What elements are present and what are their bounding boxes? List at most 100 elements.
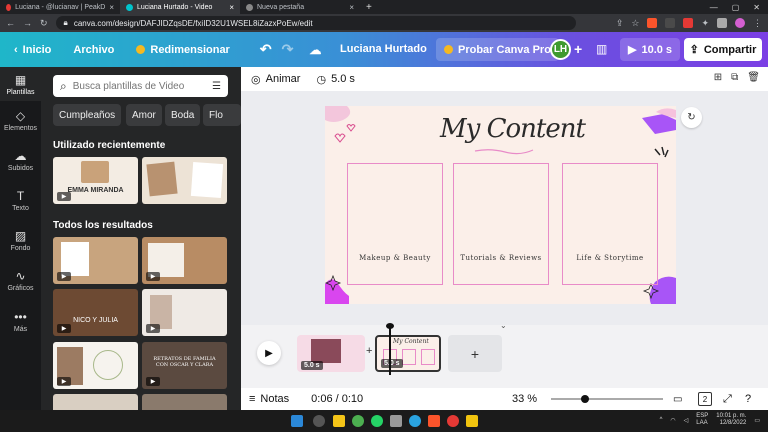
frame-life[interactable]: [562, 163, 658, 285]
search-input[interactable]: [72, 80, 207, 92]
file-button[interactable]: Archivo: [67, 40, 120, 60]
frame-label[interactable]: Makeup & Beauty: [347, 254, 443, 262]
fullscreen-icon[interactable]: ⤢: [723, 393, 732, 406]
home-button[interactable]: ‹ Inicio: [8, 40, 57, 60]
frame-label[interactable]: Tutorials & Reviews: [453, 254, 549, 262]
extension-icon[interactable]: [683, 18, 694, 28]
zoom-slider[interactable]: [551, 398, 663, 400]
language-indicator[interactable]: ESP LAA: [696, 413, 708, 427]
notes-button[interactable]: Notas: [260, 393, 289, 405]
tab-new[interactable]: Nueva pestaña ×: [240, 0, 360, 14]
brave-icon[interactable]: [428, 415, 440, 427]
canvas-title[interactable]: My Content: [440, 114, 586, 144]
add-transition-icon[interactable]: +: [366, 345, 372, 357]
chip-wedding[interactable]: Boda: [165, 104, 201, 126]
notes-icon[interactable]: ≡: [249, 393, 255, 405]
url-field[interactable]: 🔒︎ canva.com/design/DAFJIDZqsDE/fxiID32U…: [55, 16, 576, 30]
taskbar-app-icon[interactable]: [333, 415, 345, 427]
filter-icon[interactable]: ☰: [212, 81, 221, 92]
tab-canva[interactable]: Luciana Hurtado - Video ×: [120, 0, 240, 14]
whatsapp-icon[interactable]: [371, 415, 383, 427]
recent-template-2[interactable]: [142, 157, 227, 204]
result-template-1[interactable]: ▶: [53, 237, 138, 284]
new-tab-icon[interactable]: +: [360, 2, 378, 13]
redo-icon[interactable]: ↷: [282, 41, 294, 58]
volume-icon[interactable]: ◁: [684, 417, 689, 424]
rail-item-more[interactable]: ••• Más: [0, 310, 41, 333]
timing-button[interactable]: ◷ 5.0 s: [316, 73, 354, 86]
playhead-handle[interactable]: [386, 323, 394, 329]
analytics-icon[interactable]: ▥: [596, 42, 607, 56]
profile-icon[interactable]: [735, 18, 745, 28]
star-icon[interactable]: ☆: [631, 18, 639, 29]
page-view-icon[interactable]: ▭: [673, 394, 682, 405]
add-page-button[interactable]: +: [448, 335, 502, 372]
share-page-icon[interactable]: ⇪: [616, 18, 624, 29]
taskbar-search-icon[interactable]: [313, 415, 325, 427]
close-tab-icon[interactable]: ×: [229, 3, 234, 12]
notification-icon[interactable]: ▭: [754, 417, 760, 424]
close-tab-icon[interactable]: ×: [109, 3, 114, 12]
share-button[interactable]: ⇪ Compartir: [684, 38, 762, 61]
brave-icon[interactable]: [647, 18, 658, 28]
add-collaborator-icon[interactable]: +: [574, 41, 582, 57]
result-template-3[interactable]: NICO Y JULIA ▶: [53, 289, 138, 336]
animate-button[interactable]: ◎ Animar: [251, 73, 300, 86]
windows-start-icon[interactable]: [291, 415, 303, 427]
taskbar-app-icon[interactable]: [390, 415, 402, 427]
back-icon[interactable]: ←: [6, 18, 15, 28]
close-tab-icon[interactable]: ×: [349, 3, 354, 12]
result-template-4[interactable]: ▶: [142, 289, 227, 336]
chip-love[interactable]: Amor: [126, 104, 162, 126]
try-pro-button[interactable]: Probar Canva Pro: [436, 38, 559, 61]
result-template-5[interactable]: ▶: [53, 342, 138, 389]
chip-flowers[interactable]: Flo: [203, 104, 241, 126]
puzzle-icon[interactable]: ✦: [701, 18, 709, 29]
help-icon[interactable]: ?: [745, 393, 751, 405]
playhead[interactable]: [389, 325, 391, 375]
result-template-8[interactable]: [142, 394, 227, 410]
duplicate-page-icon[interactable]: ⧉: [731, 72, 738, 83]
telegram-icon[interactable]: [409, 415, 421, 427]
forward-icon[interactable]: →: [23, 18, 32, 28]
tab-peakd[interactable]: Luciana - @lucianav | PeakD ×: [0, 0, 120, 14]
recent-template-1[interactable]: EMMA MIRANDA ▶: [53, 157, 138, 204]
result-template-7[interactable]: [53, 394, 138, 410]
frame-label[interactable]: Life & Storytime: [562, 254, 658, 262]
minimize-icon[interactable]: —: [710, 3, 718, 12]
play-button[interactable]: ▶: [257, 341, 281, 365]
notes-app-icon[interactable]: [466, 415, 478, 427]
close-window-icon[interactable]: ✕: [753, 3, 760, 12]
extension-icon[interactable]: [665, 18, 676, 28]
tray-chevron-icon[interactable]: ^: [660, 417, 663, 423]
present-button[interactable]: ▶ 10.0 s: [620, 38, 681, 61]
design-canvas[interactable]: My Content Makeup & Beauty Tutorials & R…: [325, 106, 676, 304]
menu-icon[interactable]: ⋮: [753, 18, 762, 29]
maximize-icon[interactable]: ▢: [732, 3, 740, 12]
refresh-icon[interactable]: ↻: [681, 107, 702, 128]
reload-icon[interactable]: ↻: [40, 18, 48, 29]
frame-tutorials[interactable]: [453, 163, 549, 285]
template-search[interactable]: ⌕ ☰: [53, 75, 228, 97]
avatar[interactable]: LH: [550, 39, 571, 60]
cloud-save-icon[interactable]: ☁: [309, 43, 321, 57]
timeline-clip-1[interactable]: 5.0 s: [297, 335, 365, 372]
result-template-6[interactable]: RETRATOS DE FAMILIA CON OSCAR Y CLARA ▶: [142, 342, 227, 389]
resize-button[interactable]: Redimensionar: [130, 40, 235, 60]
rail-item-text[interactable]: T Texto: [0, 189, 41, 212]
sidepanel-icon[interactable]: [717, 18, 727, 28]
rail-item-uploads[interactable]: ☁ Subidos: [0, 149, 41, 172]
chrome-icon[interactable]: [352, 415, 364, 427]
rail-item-elements[interactable]: ◇ Elementos: [0, 109, 41, 132]
clock[interactable]: 10:01 p. m. 12/8/2022: [716, 413, 746, 427]
rail-item-background[interactable]: ▨ Fondo: [0, 229, 41, 252]
wifi-icon[interactable]: ◠: [670, 417, 675, 424]
page-count[interactable]: 2: [698, 392, 712, 406]
frame-makeup[interactable]: [347, 163, 443, 285]
chevron-down-icon[interactable]: ⌄: [500, 321, 507, 330]
undo-icon[interactable]: ↶: [260, 41, 272, 58]
design-title[interactable]: Luciana Hurtado: [340, 43, 427, 55]
timeline-clip-2[interactable]: My Content 5.0 s: [375, 335, 441, 372]
zoom-slider-handle[interactable]: [581, 395, 589, 403]
zoom-level[interactable]: 33 %: [512, 393, 537, 405]
